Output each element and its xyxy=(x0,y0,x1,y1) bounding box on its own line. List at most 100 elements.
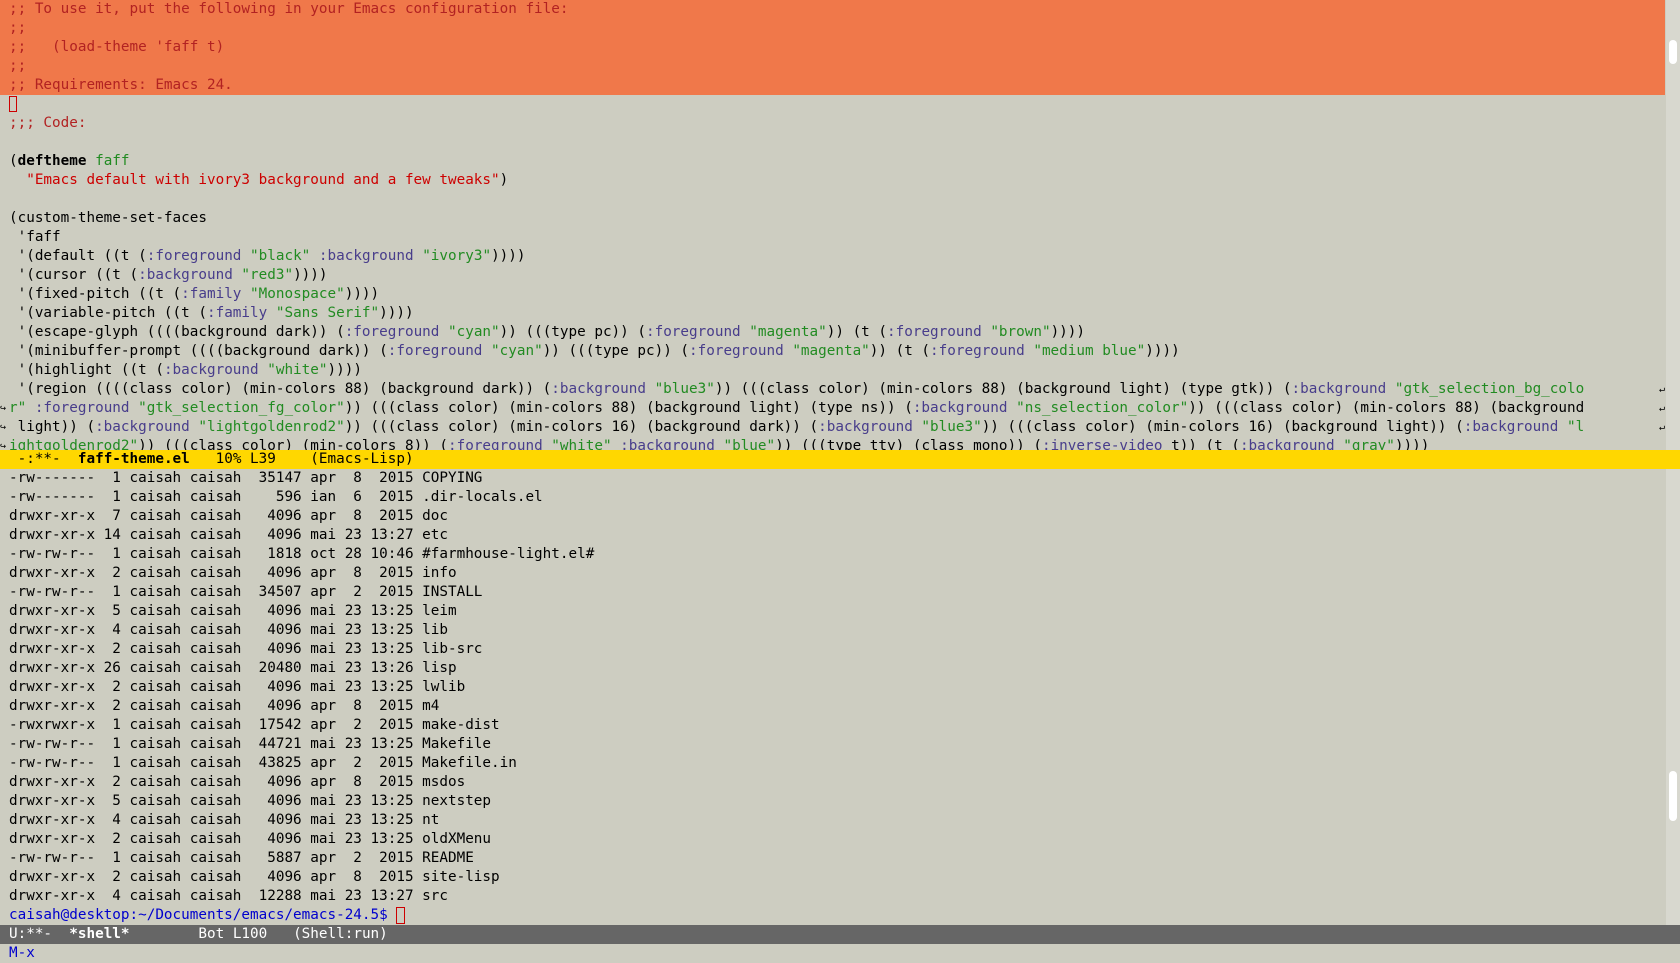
face-keyword: :background xyxy=(620,438,715,450)
face-keyword: :background xyxy=(818,419,913,435)
major-mode[interactable]: (Emacs-Lisp) xyxy=(310,451,413,467)
face-keyword: :background xyxy=(95,419,190,435)
continuation-arrow-icon: ↪ xyxy=(0,403,7,414)
face-keyword: :family xyxy=(181,286,242,302)
code-text: '(escape-glyph ((((background dark)) ( xyxy=(9,324,345,340)
region-line: ;; To use it, put the following in your … xyxy=(9,1,569,17)
face-keyword: :foreground xyxy=(387,343,483,359)
buffer-position: 10% L39 xyxy=(189,451,311,467)
face-definition-line: '(fixed-pitch ((t (:family "Monospace"))… xyxy=(0,285,1665,304)
code-text: )) (((type pc)) ( xyxy=(542,343,690,359)
code-comment: ;;; Code: xyxy=(9,115,87,131)
face-definition-line: r" :foreground "gtk_selection_fg_color")… xyxy=(0,399,1665,418)
mode-line-inactive[interactable]: U:**- *shell* Bot L100 (Shell:run) xyxy=(0,925,1680,944)
code-text: )) (((class color) (min-colors 88) (back… xyxy=(344,400,913,416)
face-string: "ivory3" xyxy=(422,248,492,264)
listing-row: -rwxrwxr-x 1 caisah caisah 17542 apr 2 2… xyxy=(9,717,500,733)
face-string: "cyan" xyxy=(448,324,500,340)
face-string: "red3" xyxy=(241,267,294,283)
directory-listing: -rw------- 1 caisah caisah 35147 apr 8 2… xyxy=(0,469,1665,906)
theme-name: faff xyxy=(95,153,130,169)
face-keyword: :foreground xyxy=(887,324,982,340)
editor-window-faff-theme[interactable]: ;; To use it, put the following in your … xyxy=(0,0,1665,450)
face-string: "brown" xyxy=(990,324,1051,340)
face-keyword: :foreground xyxy=(344,324,440,340)
face-definition-line: light)) (:background "lightgoldenrod2"))… xyxy=(0,418,1665,437)
cursor-line xyxy=(0,95,1665,114)
listing-row: -rw-rw-r-- 1 caisah caisah 5887 apr 2 20… xyxy=(9,850,474,866)
listing-row: -rw------- 1 caisah caisah 596 ian 6 201… xyxy=(9,489,543,505)
minibuffer[interactable]: M-x xyxy=(0,944,1680,963)
face-keyword: :foreground xyxy=(34,400,130,416)
face-string: "gtk_selection_bg_colo xyxy=(1394,381,1585,397)
listing-row: drwxr-xr-x 4 caisah caisah 4096 mai 23 1… xyxy=(9,622,448,638)
face-string: ightgoldenrod2" xyxy=(9,438,139,450)
face-string: "Sans Serif" xyxy=(275,305,380,321)
code-text: )))) xyxy=(491,248,526,264)
region-line: ;; xyxy=(9,20,27,36)
buffer-name[interactable]: *shell* xyxy=(69,926,129,942)
code-text: '(variable-pitch ((t ( xyxy=(9,305,207,321)
mode-line-active[interactable]: -:**- faff-theme.el 10% L39 (Emacs-Lisp) xyxy=(0,450,1680,469)
face-keyword: :foreground xyxy=(146,248,242,264)
code-text: '(minibuffer-prompt ((((background dark)… xyxy=(9,343,388,359)
bottom-scroll-thumb[interactable] xyxy=(1669,771,1677,821)
code-text: )) (((type pc)) ( xyxy=(499,324,646,340)
deftheme-docstring: "Emacs default with ivory3 background an… xyxy=(26,172,509,188)
code-text: light)) ( xyxy=(9,419,96,435)
face-keyword: :foreground xyxy=(448,438,543,450)
top-scroll-thumb[interactable] xyxy=(1669,40,1677,64)
face-keyword: :background xyxy=(1291,381,1387,397)
shell-window[interactable]: -rw------- 1 caisah caisah 35147 apr 8 2… xyxy=(0,469,1665,925)
code-text: '(default ((t ( xyxy=(9,248,147,264)
code-text: )))) xyxy=(293,267,328,283)
face-keyword: :background xyxy=(1463,419,1559,435)
face-definition-line: '(highlight ((t (:background "white")))) xyxy=(0,361,1665,380)
shell-prompt-line[interactable]: caisah@desktop:~/Documents/emacs/emacs-2… xyxy=(0,906,1665,925)
code-text: )))) xyxy=(379,305,414,321)
buffer-name[interactable]: faff-theme.el xyxy=(78,451,190,467)
face-keyword: :family xyxy=(206,305,268,321)
deftheme-line: (deftheme faff xyxy=(9,153,130,169)
face-keyword: :background xyxy=(163,362,259,378)
face-string: "gtk_selection_fg_color" xyxy=(138,400,345,416)
code-text: )) (((class color) (min-colors 88) (back… xyxy=(1188,400,1585,416)
face-keyword: :background xyxy=(912,400,1008,416)
listing-row: -rw-rw-r-- 1 caisah caisah 34507 apr 2 2… xyxy=(9,584,483,600)
listing-row: drwxr-xr-x 5 caisah caisah 4096 mai 23 1… xyxy=(9,793,492,809)
buffer-status: -:**- xyxy=(9,451,78,467)
face-string: r" xyxy=(9,400,27,416)
code-text: )))) xyxy=(1145,343,1180,359)
shell-prompt: caisah@desktop:~/Documents/emacs/emacs-2… xyxy=(9,907,397,923)
face-string: "lightgoldenrod2" xyxy=(198,419,345,435)
wrap-arrow-icon: ↵ xyxy=(1658,384,1665,395)
face-keyword: :background xyxy=(1239,438,1335,450)
face-string: "Monospace" xyxy=(250,286,345,302)
face-string: "medium blue" xyxy=(1033,343,1146,359)
listing-row: drwxr-xr-x 14 caisah caisah 4096 mai 23 … xyxy=(9,527,448,543)
face-definition-line: '(region ((((class color) (min-colors 88… xyxy=(0,380,1665,399)
major-mode[interactable]: (Shell:run) xyxy=(293,926,388,942)
top-scrollbar[interactable] xyxy=(1666,0,1680,450)
code-text: )))) xyxy=(1050,324,1086,340)
code-text: )) (t ( xyxy=(826,324,888,340)
face-keyword: :background xyxy=(318,248,414,264)
bottom-scrollbar[interactable] xyxy=(1666,469,1680,925)
listing-row: drwxr-xr-x 2 caisah caisah 4096 apr 8 20… xyxy=(9,774,466,790)
listing-row: drwxr-xr-x 4 caisah caisah 4096 mai 23 1… xyxy=(9,812,440,828)
code-text: )) (((class color) (min-colors 16) (back… xyxy=(344,419,819,435)
face-string: "blue3" xyxy=(921,419,982,435)
code-text: t)) (t ( xyxy=(1162,438,1240,450)
